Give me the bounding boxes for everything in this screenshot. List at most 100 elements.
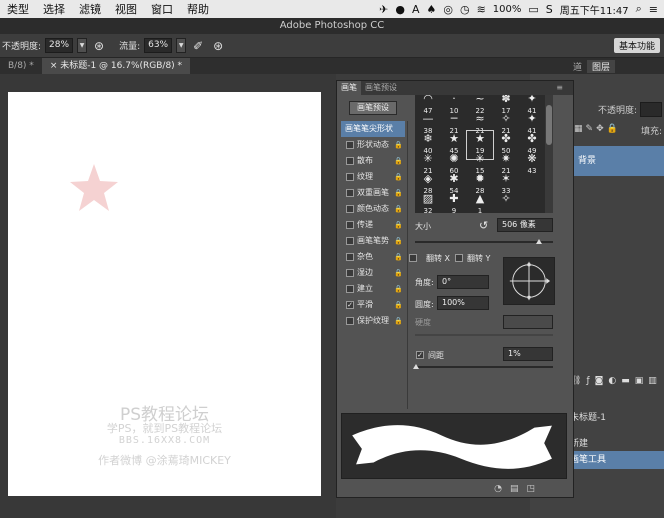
adjustment-icon[interactable]: ◐ bbox=[608, 376, 621, 386]
opacity-dropdown[interactable]: ▼ bbox=[77, 38, 88, 53]
size-field[interactable]: 506 像素 bbox=[497, 218, 553, 232]
lock-icon[interactable]: 🔒 bbox=[394, 201, 403, 217]
menu-select[interactable]: 选择 bbox=[36, 1, 72, 17]
doc-tab-active[interactable]: × 未标题-1 @ 16.7%(RGB/8) * bbox=[41, 58, 191, 74]
tab-brush-presets[interactable]: 画笔预设 bbox=[361, 81, 401, 95]
lock-icon[interactable]: 🔒 bbox=[394, 281, 403, 297]
spacing-field[interactable]: 1% bbox=[503, 347, 553, 361]
brush-option-7[interactable]: 画笔笔势 🔒 bbox=[341, 233, 405, 249]
brush-tip[interactable]: ▲ 1 bbox=[467, 191, 493, 213]
brush-presets-button[interactable]: 画笔预设 bbox=[349, 101, 397, 115]
brush-tip[interactable] bbox=[519, 191, 545, 213]
brush-option-checkbox[interactable] bbox=[346, 141, 354, 149]
wechat-icon[interactable]: ◎ bbox=[443, 3, 453, 16]
pressure-size-icon[interactable]: ⊛ bbox=[210, 38, 226, 54]
menu-type[interactable]: 类型 bbox=[0, 1, 36, 17]
battery-icon[interactable]: ▭ bbox=[528, 3, 538, 16]
tab-brush[interactable]: 画笔 bbox=[337, 81, 361, 95]
adobe-cc-icon[interactable]: A bbox=[412, 3, 420, 16]
airbrush-icon[interactable]: ✐ bbox=[190, 38, 206, 54]
brush-tip[interactable]: ✚ 9 bbox=[441, 191, 467, 213]
tip-grid-scroll-thumb[interactable] bbox=[546, 105, 552, 145]
canvas-area[interactable]: PS教程论坛 学PS，就到PS教程论坛 BBS.16XX8.COM 作者微博 @… bbox=[0, 74, 336, 518]
wifi-icon[interactable]: ≋ bbox=[477, 3, 486, 16]
lock-transparent-icon[interactable]: ▦ bbox=[574, 124, 586, 134]
brush-option-2[interactable]: 散布 🔒 bbox=[341, 153, 405, 169]
layer-fill[interactable]: 填充: bbox=[641, 124, 662, 137]
brush-option-checkbox[interactable] bbox=[346, 205, 354, 213]
brush-option-checkbox[interactable] bbox=[346, 173, 354, 181]
brush-option-6[interactable]: 传递 🔒 bbox=[341, 217, 405, 233]
brush-option-checkbox[interactable] bbox=[346, 253, 354, 261]
brush-option-checkbox[interactable] bbox=[346, 285, 354, 293]
brush-option-10[interactable]: 建立 🔒 bbox=[341, 281, 405, 297]
brush-option-9[interactable]: 湿边 🔒 bbox=[341, 265, 405, 281]
lock-pixels-icon[interactable]: ✎ bbox=[586, 124, 597, 134]
layer-opacity-field[interactable] bbox=[640, 102, 662, 117]
lock-icon[interactable]: 🔒 bbox=[394, 185, 403, 201]
evernote-icon[interactable]: ♠ bbox=[426, 3, 436, 16]
brush-option-4[interactable]: 双重画笔 🔒 bbox=[341, 185, 405, 201]
lock-all-icon[interactable]: 🔒 bbox=[607, 124, 621, 134]
menu-help[interactable]: 帮助 bbox=[180, 1, 216, 17]
layer-row-background[interactable]: 背景 bbox=[570, 146, 664, 176]
create-preset-icon[interactable]: ▤ bbox=[510, 484, 527, 494]
mask-icon[interactable]: ◙ bbox=[595, 376, 609, 386]
trash-icon[interactable]: ▥ bbox=[648, 376, 662, 386]
new-brush-icon[interactable]: ◳ bbox=[526, 484, 543, 494]
brush-option-checkbox[interactable] bbox=[346, 317, 354, 325]
brush-tip-grid[interactable]: ◠ 47 · 10 ~22 ✽ 17 ✦ 41—38 ─ 21 ≈21 ✧ 21 ✦ 41 ❄ 40 ★ 45 ★ 19 ✤… bbox=[415, 95, 545, 213]
brush-option-12[interactable]: 保护纹理 🔒 bbox=[341, 313, 405, 329]
lock-icon[interactable]: 🔒 bbox=[394, 217, 403, 233]
lock-position-icon[interactable]: ✥ bbox=[596, 124, 607, 134]
brush-option-1[interactable]: 形状动态 🔒 bbox=[341, 137, 405, 153]
flip-y-checkbox[interactable] bbox=[455, 254, 463, 262]
lock-icon[interactable]: 🔒 bbox=[394, 153, 403, 169]
brush-option-checkbox[interactable] bbox=[346, 269, 354, 277]
brush-tip[interactable]: ▨ 32 bbox=[415, 191, 441, 213]
lock-icon[interactable]: 🔒 bbox=[394, 313, 403, 329]
spacing-slider[interactable] bbox=[415, 366, 553, 368]
workspace-button[interactable]: 基本功能 bbox=[613, 38, 660, 53]
airplane-icon[interactable]: ✈ bbox=[379, 3, 388, 16]
lock-icon[interactable]: 🔒 bbox=[394, 169, 403, 185]
brush-option-checkbox[interactable] bbox=[346, 189, 354, 197]
lock-icon[interactable]: 🔒 bbox=[394, 297, 403, 313]
qq-penguin-icon[interactable]: ● bbox=[395, 3, 405, 16]
pressure-opacity-icon[interactable]: ⊛ bbox=[91, 38, 107, 54]
list-menu-icon[interactable]: ≡ bbox=[649, 3, 658, 16]
brush-option-checkbox[interactable]: ✓ bbox=[346, 301, 354, 309]
toggle-preview-icon[interactable]: ◔ bbox=[494, 484, 510, 494]
lock-icon[interactable]: 🔒 bbox=[394, 265, 403, 281]
fx-icon[interactable]: ƒ bbox=[586, 376, 594, 386]
brush-option-8[interactable]: 杂色 🔒 bbox=[341, 249, 405, 265]
menu-view[interactable]: 视图 bbox=[108, 1, 144, 17]
search-icon[interactable]: ⌕ bbox=[636, 2, 642, 16]
doc-tab-previous[interactable]: B/8) * bbox=[0, 58, 42, 74]
sogou-input-icon[interactable]: S bbox=[546, 3, 553, 16]
brush-option-checkbox[interactable] bbox=[346, 221, 354, 229]
document-canvas[interactable]: PS教程论坛 学PS，就到PS教程论坛 BBS.16XX8.COM 作者微博 @… bbox=[8, 92, 321, 496]
tab-layers[interactable]: 图层 bbox=[587, 59, 616, 73]
clock-icon[interactable]: ◷ bbox=[460, 3, 470, 16]
tip-grid-scrollbar[interactable] bbox=[545, 95, 553, 213]
lock-icon[interactable]: 🔒 bbox=[394, 137, 403, 153]
opacity-field[interactable]: 28% bbox=[45, 38, 74, 53]
brush-option-5[interactable]: 颜色动态 🔒 bbox=[341, 201, 405, 217]
menubar-clock[interactable]: 周五下午11:47 bbox=[560, 2, 629, 17]
brush-option-checkbox[interactable] bbox=[346, 237, 354, 245]
brush-tip[interactable]: ✧ bbox=[493, 191, 519, 213]
flip-x-checkbox[interactable] bbox=[409, 254, 417, 262]
new-layer-icon[interactable]: ▣ bbox=[635, 376, 649, 386]
brush-option-checkbox[interactable] bbox=[346, 157, 354, 165]
group-icon[interactable]: ▬ bbox=[621, 376, 635, 386]
history-document[interactable]: 未标题-1 bbox=[570, 410, 606, 423]
reset-size-icon[interactable]: ↺ bbox=[479, 219, 488, 232]
angle-roundness-widget[interactable] bbox=[503, 257, 555, 305]
spacing-checkbox[interactable]: ✓ bbox=[416, 351, 424, 359]
history-brush-tool[interactable]: 画笔工具 bbox=[570, 451, 664, 469]
flow-dropdown[interactable]: ▼ bbox=[176, 38, 187, 53]
brush-option-11[interactable]: ✓ 平滑 🔒 bbox=[341, 297, 405, 313]
menu-filter[interactable]: 滤镜 bbox=[72, 1, 108, 17]
brush-option-3[interactable]: 纹理 🔒 bbox=[341, 169, 405, 185]
